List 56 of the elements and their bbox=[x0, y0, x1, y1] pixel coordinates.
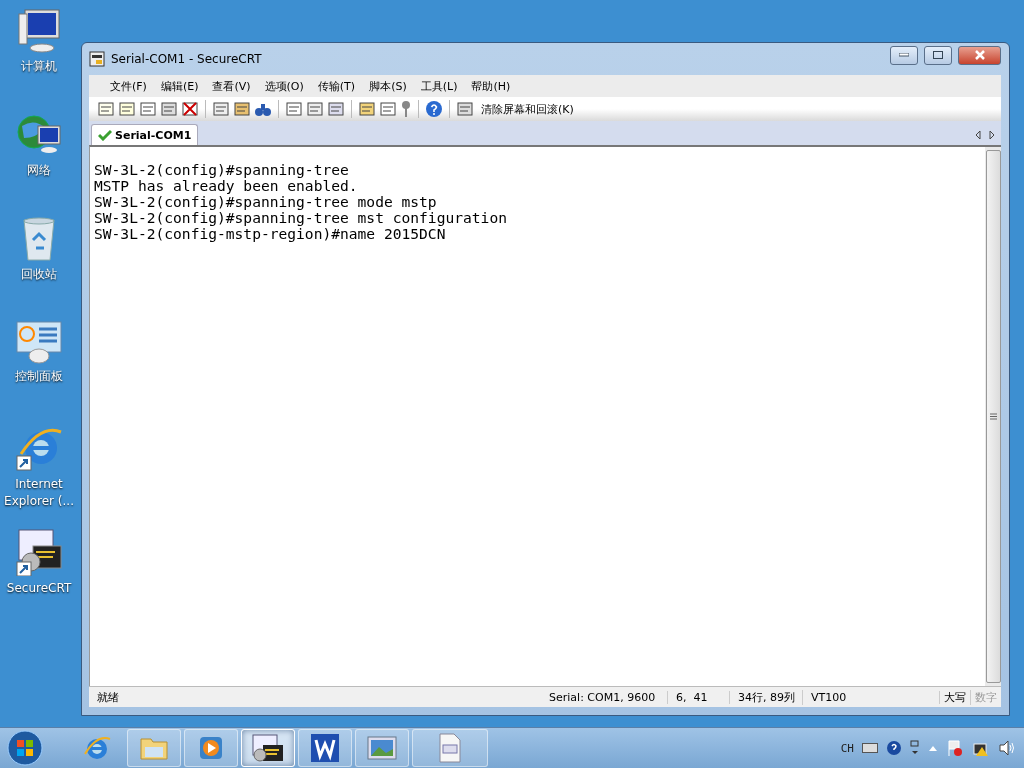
action-center-flag-icon[interactable] bbox=[946, 739, 964, 757]
maximize-button[interactable] bbox=[924, 45, 952, 65]
ie-icon[interactable] bbox=[83, 734, 111, 762]
minimize-icon[interactable] bbox=[899, 53, 909, 57]
terminal-area[interactable]: SW-3L-2(config)#spanning-tree MSTP has already been enabled. SW-3L-2(config)#spanning-tree mode mstp SW-3L-2(config)#spanning-tree mst configuration SW-3L-2(config-mstp-region)#name 2015DCN bbox=[89, 145, 1001, 686]
securecrt-shortcut-icon[interactable] bbox=[15, 528, 63, 576]
close-icon[interactable] bbox=[974, 50, 985, 60]
close-button[interactable] bbox=[958, 45, 1001, 65]
terminal-line: SW-3L-2(config-mstp-region)#name 2015DCN bbox=[94, 226, 446, 242]
terminal-line: SW-3L-2(config)#spanning-tree mode mstp bbox=[94, 194, 438, 210]
paste-icon[interactable] bbox=[233, 100, 251, 118]
keyboard-icon[interactable] bbox=[862, 743, 878, 753]
maximize-icon[interactable] bbox=[933, 51, 943, 59]
taskbar-button[interactable] bbox=[298, 729, 352, 767]
tab-left-icon[interactable] bbox=[975, 130, 981, 140]
show-hidden-icons[interactable] bbox=[928, 744, 938, 752]
checkmark-icon bbox=[98, 129, 112, 141]
menu-item[interactable]: 文件(F) bbox=[103, 78, 154, 94]
menu-item[interactable]: 查看(V) bbox=[205, 78, 258, 94]
help-icon[interactable] bbox=[425, 100, 443, 118]
terminal-line: SW-3L-2(config)#spanning-tree mst configuration bbox=[94, 210, 508, 226]
photo-viewer-icon[interactable] bbox=[366, 735, 398, 761]
connection-info: Serial: COM1, 9600 bbox=[541, 690, 668, 704]
securecrt-icon[interactable] bbox=[251, 733, 285, 763]
minimize-button[interactable] bbox=[890, 45, 918, 65]
terminal-line: MSTP has already been enabled. bbox=[94, 178, 359, 194]
terminal-size: 34行, 89列 bbox=[730, 689, 803, 705]
media-player-icon[interactable] bbox=[197, 734, 225, 762]
menu-item[interactable]: 选项(O) bbox=[257, 78, 311, 94]
menu-item[interactable]: 编辑(E) bbox=[153, 78, 206, 94]
help-icon[interactable] bbox=[886, 740, 902, 756]
computer-icon[interactable] bbox=[17, 8, 61, 54]
cursor-position: 6, 41 bbox=[668, 690, 730, 704]
clear-screen-button[interactable]: 清除屏幕和回滚(K) bbox=[481, 101, 574, 117]
menu-item[interactable]: 工具(L) bbox=[413, 78, 465, 94]
menu-item[interactable]: 脚本(S) bbox=[362, 78, 414, 94]
emulation-label: VT100 bbox=[803, 690, 940, 704]
taskbar-button[interactable] bbox=[241, 729, 295, 767]
caps-lock-indicator: 大写 bbox=[940, 689, 971, 705]
window-title: Serial-COM1 - SecureCRT bbox=[111, 52, 263, 66]
writer-icon[interactable] bbox=[310, 733, 340, 763]
start-button[interactable] bbox=[6, 729, 44, 767]
language-indicator[interactable]: CH bbox=[840, 741, 854, 755]
speaker-icon[interactable] bbox=[998, 739, 1016, 757]
disconnect-icon[interactable] bbox=[181, 100, 199, 118]
tab-right-icon[interactable] bbox=[989, 130, 995, 140]
document-icon[interactable] bbox=[438, 733, 462, 763]
control-panel-icon[interactable] bbox=[15, 320, 63, 364]
restore-menu-icon[interactable] bbox=[910, 740, 920, 756]
menu-item[interactable]: 帮助(H) bbox=[464, 78, 518, 94]
num-lock-indicator: 数字 bbox=[974, 689, 998, 705]
session-tab[interactable]: Serial-COM1 bbox=[91, 124, 199, 145]
status-text: 就绪 bbox=[96, 689, 120, 705]
app-icon bbox=[89, 51, 105, 67]
terminal-line: SW-3L-2(config)#spanning-tree bbox=[94, 162, 350, 178]
menu-item[interactable]: 传输(T) bbox=[310, 78, 363, 94]
